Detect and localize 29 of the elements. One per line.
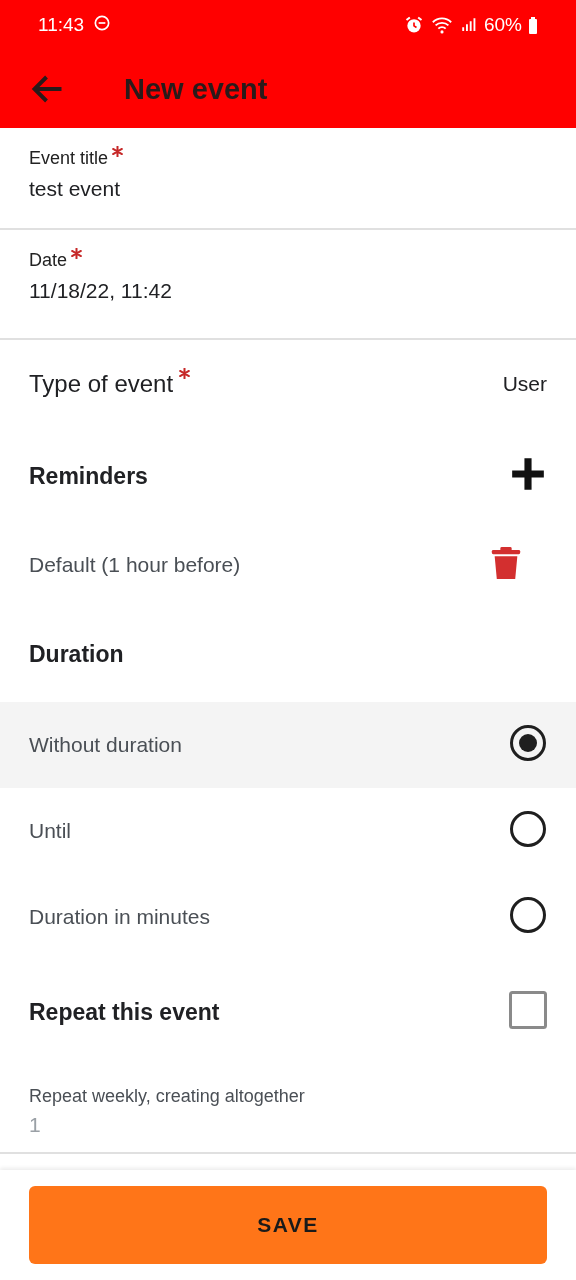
event-type-label: Type of event bbox=[29, 370, 174, 398]
field-value: test event bbox=[29, 177, 122, 201]
status-time: 11:43 bbox=[38, 14, 85, 36]
duration-option-label: Duration in minutes bbox=[29, 905, 210, 929]
repeat-count-label: Repeat weekly, creating altogether bbox=[29, 1086, 306, 1107]
checkbox[interactable] bbox=[509, 991, 547, 1029]
duration-option-label: Until bbox=[29, 819, 71, 843]
duration-option-label: Without duration bbox=[29, 733, 182, 757]
field-label: Date bbox=[29, 250, 68, 271]
section-heading: Reminders bbox=[29, 462, 148, 490]
add-icon[interactable] bbox=[509, 455, 547, 493]
battery-percentage: 60% bbox=[483, 14, 522, 36]
alarm-icon bbox=[403, 15, 424, 35]
repeat-count-input[interactable]: 1 bbox=[29, 1113, 229, 1137]
field-value: 11/18/22, 11:42 bbox=[29, 279, 173, 303]
radio-button[interactable] bbox=[509, 896, 547, 934]
text-field[interactable]: Date 11/18/22, 11:42 bbox=[0, 230, 576, 340]
event-type-selector[interactable]: Type of event User bbox=[0, 340, 576, 428]
radio-button[interactable] bbox=[509, 724, 547, 762]
field-label: Event title bbox=[29, 148, 109, 169]
repeat-label: Repeat this event bbox=[29, 998, 220, 1026]
reminder-label: Default (1 hour before) bbox=[29, 553, 241, 577]
text-field[interactable]: Event title test event bbox=[0, 128, 576, 230]
screen-title: New event bbox=[124, 72, 268, 106]
event-type-value: User bbox=[502, 372, 547, 396]
radio-button[interactable] bbox=[509, 810, 547, 848]
section-heading: Duration bbox=[29, 640, 124, 668]
battery-icon bbox=[528, 16, 538, 34]
save-button[interactable]: SAVE bbox=[29, 1186, 547, 1264]
